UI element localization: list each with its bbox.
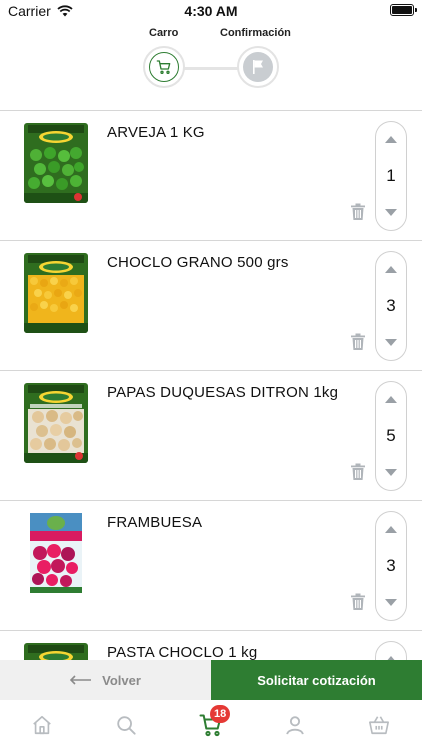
quantity-stepper: 3 [375,251,407,361]
user-icon [286,716,304,735]
quantity-decrease-button[interactable] [385,599,397,606]
quantity-increase-button[interactable] [385,396,397,403]
status-bar: Carrier 4:30 AM [0,0,422,22]
quantity-value: 5 [386,426,396,445]
checkout-stepper: Carro Confirmación [0,22,422,110]
trash-icon[interactable] [350,203,366,221]
product-name: FRAMBUESA [107,514,203,531]
quantity-stepper: 3 [375,511,407,621]
quantity-value: 3 [386,296,396,315]
cart-count-badge: 18 [210,705,231,723]
arrow-left-icon [70,675,92,685]
back-button-label: Volver [102,672,141,688]
trash-icon[interactable] [350,463,366,481]
quantity-stepper: 1 [375,121,407,231]
quantity-decrease-button[interactable] [385,339,397,346]
status-time: 4:30 AM [184,3,238,19]
quantity-value: 3 [386,556,396,575]
product-image-raspberry [24,513,88,593]
request-quote-button[interactable]: Solicitar cotización [211,660,422,700]
quantity-increase-button[interactable] [385,526,397,533]
product-image-peas [24,123,88,203]
quantity-value: 1 [386,166,396,185]
home-icon [33,715,51,735]
quantity-increase-button[interactable] [385,136,397,143]
request-quote-label: Solicitar cotización [257,672,376,688]
cart-item: PASTA CHOCLO 1 kg [0,631,422,660]
back-button[interactable]: Volver [0,660,211,700]
cart-icon [156,60,171,74]
product-name: PASTA CHOCLO 1 kg [107,644,258,660]
quantity-stepper: 5 [375,381,407,491]
quantity-decrease-button[interactable] [385,469,397,476]
step-cart[interactable] [143,46,185,88]
product-name: ARVEJA 1 KG [107,124,205,141]
step-confirmation-inner [243,52,273,82]
trash-icon[interactable] [350,593,366,611]
product-image-corn [24,253,88,333]
tab-profile[interactable] [282,712,308,738]
cart-item: FRAMBUESA 3 [0,501,422,631]
quantity-increase-button[interactable] [385,266,397,273]
cart-item: ARVEJA 1 KG 1 [0,111,422,241]
quantity-decrease-button[interactable] [385,209,397,216]
battery-icon [390,4,417,16]
cart-item: CHOCLO GRANO 500 grs 3 [0,241,422,371]
cart-item: PAPAS DUQUESAS DITRON 1kg 5 [0,371,422,501]
step-cart-inner [149,52,179,82]
action-bar: Volver Solicitar cotización [0,660,422,700]
product-name: CHOCLO GRANO 500 grs [107,254,289,271]
product-image-corn-paste [24,643,88,660]
step-label-confirmation: Confirmación [220,27,291,39]
tab-search[interactable] [113,712,139,738]
basket-icon [369,716,389,735]
tab-home[interactable] [29,712,55,738]
product-name: PAPAS DUQUESAS DITRON 1kg [107,384,339,401]
flag-icon [253,60,263,74]
product-image-potatoes [24,383,88,463]
quantity-stepper [375,641,407,660]
search-icon [117,716,136,735]
step-confirmation[interactable] [237,46,279,88]
step-label-cart: Carro [149,27,179,39]
trash-icon[interactable] [350,333,366,351]
tab-bar: 18 [0,700,422,750]
tab-orders[interactable] [366,712,392,738]
cart-list[interactable]: ARVEJA 1 KG 1 CHOCLO GRANO 500 grs 3 PAP… [0,111,422,660]
